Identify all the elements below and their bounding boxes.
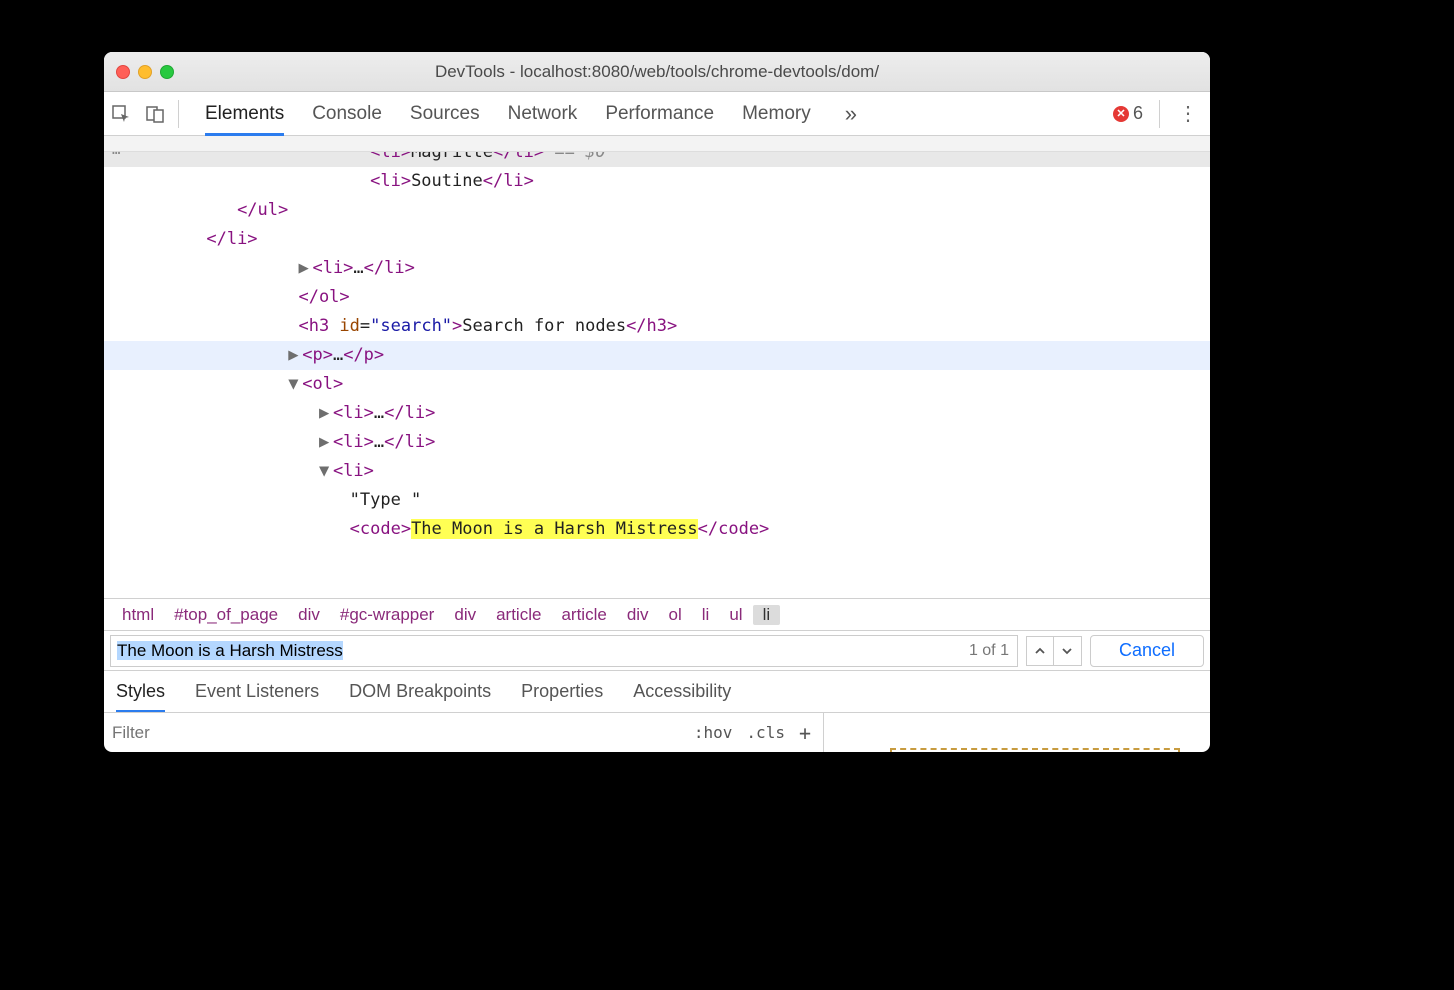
breadcrumb-item[interactable]: div <box>617 605 659 625</box>
search-prev-button[interactable] <box>1026 636 1054 666</box>
breadcrumb-item[interactable]: article <box>551 605 616 625</box>
dom-tree-line[interactable]: <li>Soutine</li> <box>104 167 1210 196</box>
minimize-window-button[interactable] <box>138 65 152 79</box>
dom-tree-line[interactable]: ▶<li>…</li> <box>104 428 1210 457</box>
styles-filter-area: :hov .cls + <box>104 713 824 752</box>
search-input[interactable]: The Moon is a Harsh Mistress <box>111 641 343 661</box>
toolbar-separator <box>178 100 179 128</box>
tab-console[interactable]: Console <box>312 92 382 136</box>
dom-breadcrumb: html#top_of_pagediv#gc-wrapperdivarticle… <box>104 598 1210 630</box>
dom-tree-line[interactable]: ▶<li>…</li> <box>104 254 1210 283</box>
more-tabs-button[interactable]: » <box>839 101 863 127</box>
breadcrumb-item[interactable]: html <box>112 605 164 625</box>
breadcrumb-item[interactable]: div <box>288 605 330 625</box>
error-count: 6 <box>1133 103 1143 124</box>
error-icon: ✕ <box>1113 106 1129 122</box>
styles-controls: :hov .cls + <box>682 721 823 745</box>
toolbar-separator <box>1159 100 1160 128</box>
box-model-area <box>824 713 1210 752</box>
tab-sources[interactable]: Sources <box>410 92 480 136</box>
search-cancel-button[interactable]: Cancel <box>1090 635 1204 667</box>
tab-dom-breakpoints[interactable]: DOM Breakpoints <box>349 671 491 713</box>
dom-tree-line[interactable]: </ul> <box>104 196 1210 225</box>
inspect-element-icon[interactable] <box>104 97 138 131</box>
dom-overflow-indicator: … <box>104 136 1210 152</box>
traffic-lights <box>104 65 174 79</box>
tab-event-listeners[interactable]: Event Listeners <box>195 671 319 713</box>
dom-tree-line[interactable]: "Type " <box>104 486 1210 515</box>
tab-accessibility[interactable]: Accessibility <box>633 671 731 713</box>
panel-tabs: Elements Console Sources Network Perform… <box>185 92 863 136</box>
zoom-window-button[interactable] <box>160 65 174 79</box>
dom-tree-line[interactable]: ▶<p>…</p> <box>104 341 1210 370</box>
settings-kebab-icon[interactable]: ⋮ <box>1176 101 1200 126</box>
titlebar: DevTools - localhost:8080/web/tools/chro… <box>104 52 1210 92</box>
breadcrumb-item[interactable]: ol <box>659 605 692 625</box>
dom-tree-line[interactable]: ▼<ol> <box>104 370 1210 399</box>
sidebar-tabs: Styles Event Listeners DOM Breakpoints P… <box>104 670 1210 712</box>
search-bar: The Moon is a Harsh Mistress 1 of 1 Canc… <box>104 630 1210 670</box>
toolbar-right: ✕ 6 ⋮ <box>1113 100 1210 128</box>
search-next-button[interactable] <box>1054 636 1082 666</box>
dom-tree-line[interactable]: <code>The Moon is a Harsh Mistress</code… <box>104 515 1210 544</box>
dom-tree-line[interactable]: </li> <box>104 225 1210 254</box>
breadcrumb-item[interactable]: div <box>444 605 486 625</box>
tab-elements[interactable]: Elements <box>205 92 284 136</box>
close-window-button[interactable] <box>116 65 130 79</box>
breadcrumb-item[interactable]: #gc-wrapper <box>330 605 445 625</box>
tab-network[interactable]: Network <box>508 92 578 136</box>
styles-toolbar: :hov .cls + <box>104 712 1210 752</box>
search-result-count: 1 of 1 <box>961 642 1017 660</box>
breadcrumb-item[interactable]: article <box>486 605 551 625</box>
devtools-window: DevTools - localhost:8080/web/tools/chro… <box>104 52 1210 752</box>
tab-memory[interactable]: Memory <box>742 92 811 136</box>
window-title: DevTools - localhost:8080/web/tools/chro… <box>104 62 1210 82</box>
device-toolbar-icon[interactable] <box>138 97 172 131</box>
dom-tree-line[interactable]: <h3 id="search">Search for nodes</h3> <box>104 312 1210 341</box>
error-count-badge[interactable]: ✕ 6 <box>1113 103 1143 124</box>
box-model-margin-edge <box>890 748 1180 752</box>
breadcrumb-item[interactable]: ul <box>719 605 752 625</box>
styles-filter-input[interactable] <box>104 723 682 743</box>
breadcrumb-item[interactable]: #top_of_page <box>164 605 288 625</box>
dom-tree-panel[interactable]: … <li>Magritte</li> == $0 <li>Soutine</l… <box>104 136 1210 598</box>
hov-toggle[interactable]: :hov <box>694 723 733 742</box>
breadcrumb-item[interactable]: li <box>692 605 720 625</box>
tab-styles[interactable]: Styles <box>116 671 165 713</box>
breadcrumb-item[interactable]: li <box>753 605 781 625</box>
dom-tree-line[interactable]: ▶<li>…</li> <box>104 399 1210 428</box>
dom-tree-line[interactable]: </ol> <box>104 283 1210 312</box>
tab-performance[interactable]: Performance <box>605 92 714 136</box>
dom-tree-line[interactable]: ▼<li> <box>104 457 1210 486</box>
main-toolbar: Elements Console Sources Network Perform… <box>104 92 1210 136</box>
cls-toggle[interactable]: .cls <box>746 723 785 742</box>
new-style-rule-button[interactable]: + <box>799 721 811 745</box>
tab-properties[interactable]: Properties <box>521 671 603 713</box>
search-input-wrap: The Moon is a Harsh Mistress 1 of 1 <box>110 635 1018 667</box>
